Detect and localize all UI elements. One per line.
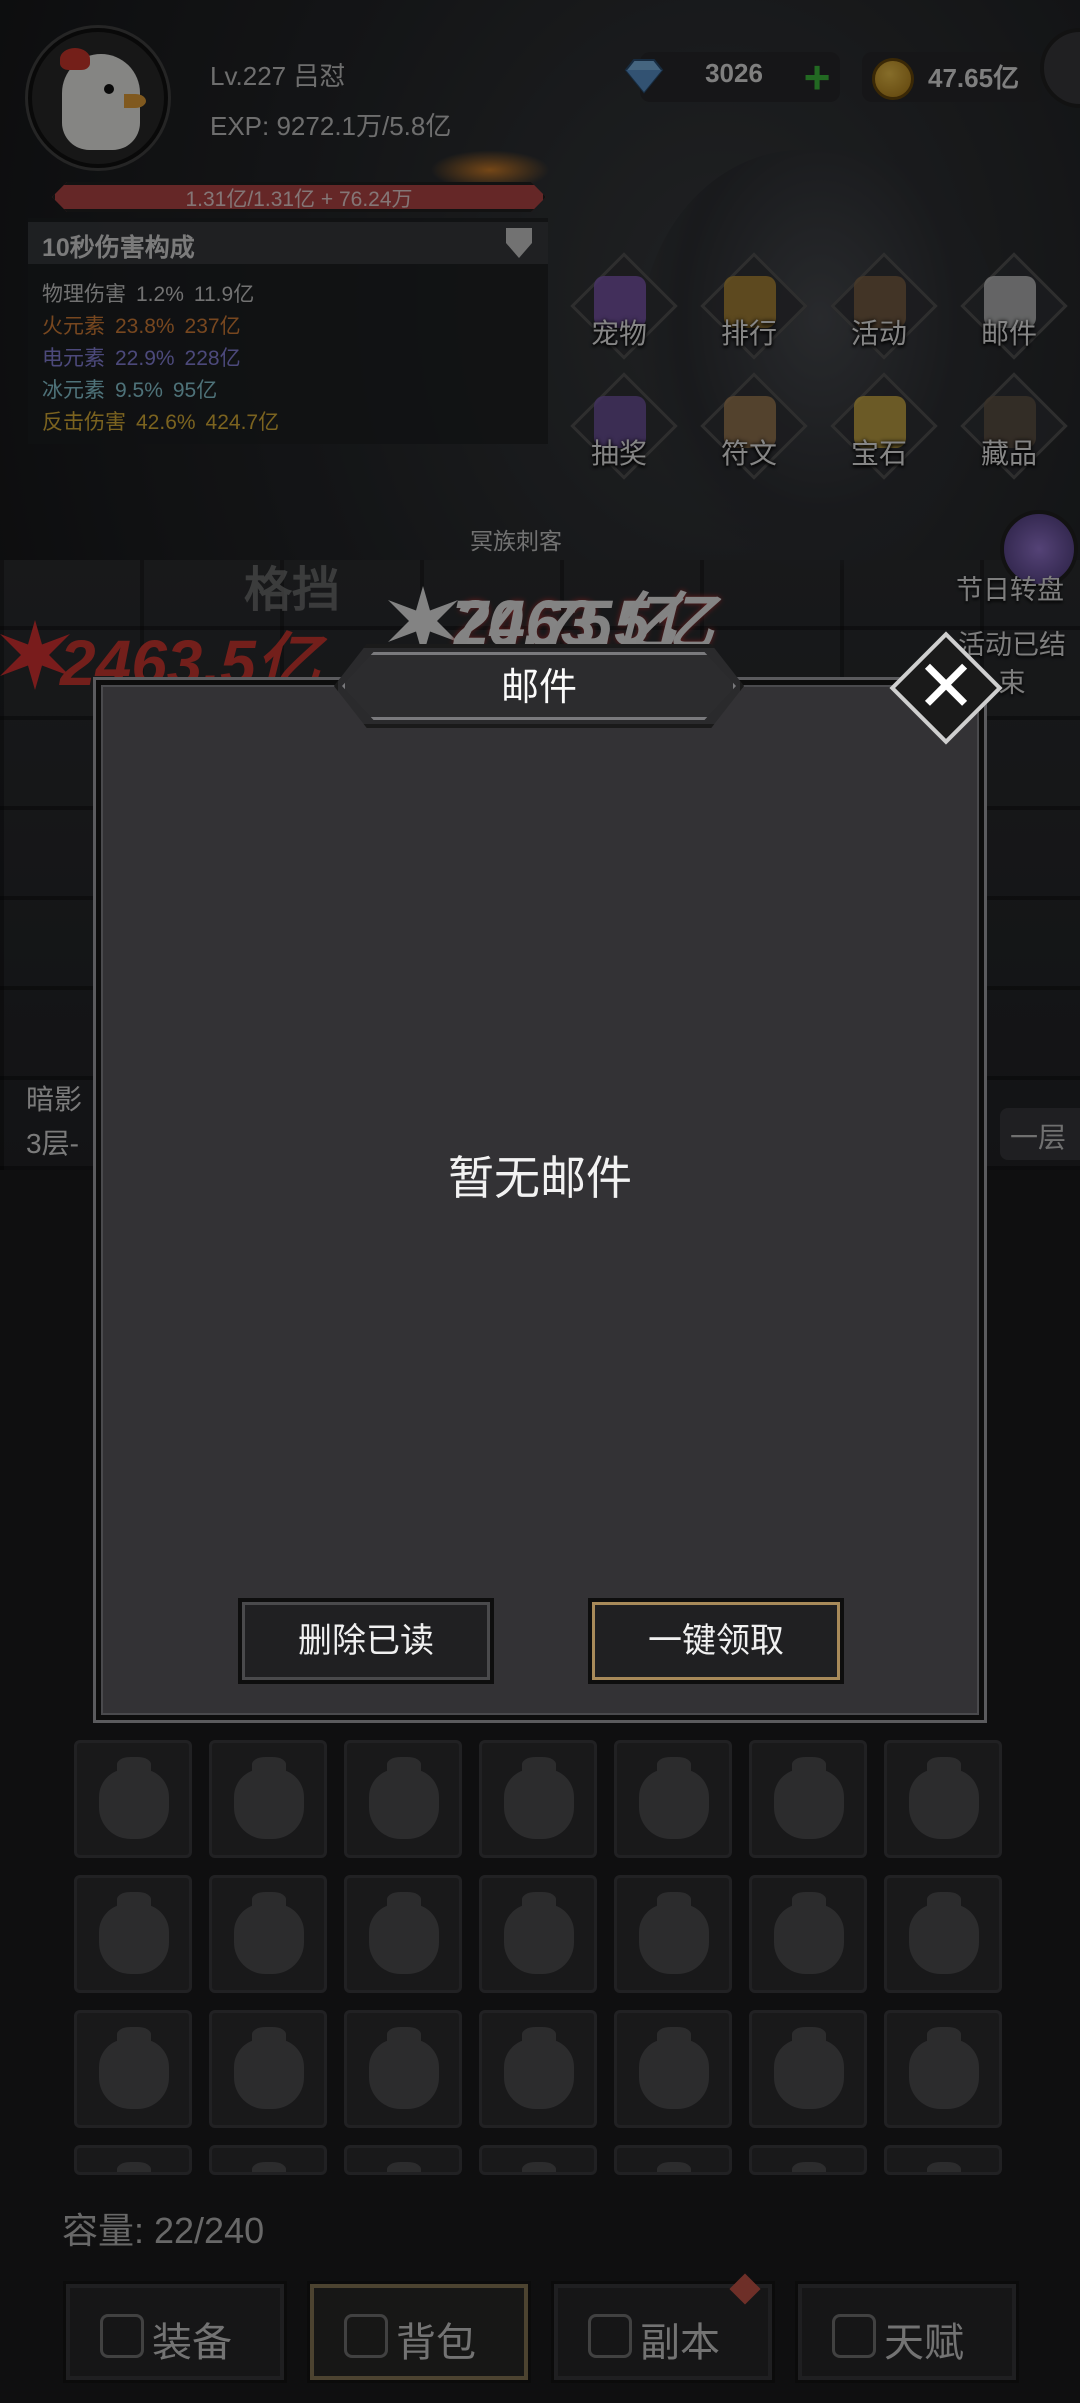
claim-all-button[interactable]: 一键领取 — [588, 1598, 844, 1684]
close-icon[interactable]: ✕ — [906, 642, 986, 732]
empty-mail-text: 暂无邮件 — [448, 1152, 632, 1204]
dialog-title: 邮件 — [500, 667, 577, 709]
delete-read-button[interactable]: 删除已读 — [238, 1598, 494, 1684]
